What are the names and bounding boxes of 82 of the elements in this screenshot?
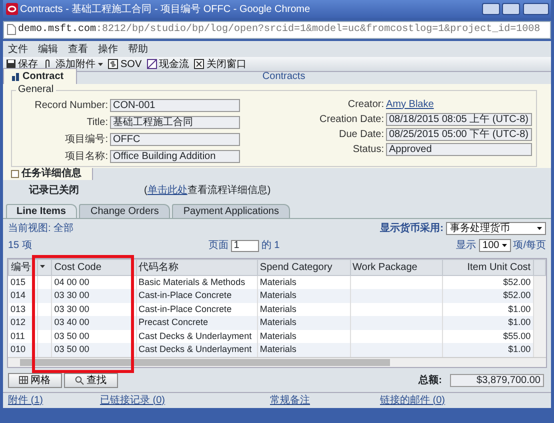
tab[interactable]: Line Items [6, 204, 77, 218]
search-icon [75, 376, 84, 384]
text-field[interactable]: 08/25/2015 05:00 下午 (UTC-8) [386, 128, 532, 140]
workflow-hint: (单击此处查看流程详细信息) [144, 184, 271, 198]
per-page-label: 项/每页 [513, 239, 546, 253]
footer-link[interactable]: 链接的邮件 (0) [380, 394, 445, 406]
column-header[interactable]: Item Unit Cost [442, 259, 534, 275]
footer-link[interactable]: 常规备注 [270, 394, 310, 406]
column-header[interactable]: Work Package [350, 259, 443, 275]
field-label: Record Number: [34, 98, 108, 112]
item-count: 15 项 [8, 239, 32, 253]
group-label: General [17, 85, 55, 95]
table-cell: Materials [257, 316, 350, 330]
field-label: Creation Date: [318, 112, 384, 126]
details-link[interactable]: 单击此处 [147, 184, 188, 196]
toolbar-button[interactable]: 网格 [8, 372, 62, 388]
table-cell: $1.00 [442, 316, 534, 330]
text-field[interactable]: Approved [386, 142, 532, 156]
currency-label: 显示货币采用: [380, 222, 444, 236]
column-header[interactable]: 代码名称 [136, 259, 258, 275]
sort-caret-icon [40, 265, 45, 268]
tab[interactable]: Change Orders [79, 204, 170, 218]
column-header[interactable]: 编号 [8, 259, 38, 275]
close-button[interactable] [522, 3, 548, 15]
dollar-document-icon [108, 59, 118, 69]
column-header[interactable]: Cost Code [52, 259, 136, 275]
toolbar-button[interactable]: SOV [108, 56, 142, 72]
window-title: Contracts - 基础工程施工合同 - 项目编号 OFFC - Google Chrome [20, 2, 312, 16]
field-label: Creator: [346, 98, 384, 112]
caret-icon [537, 226, 542, 230]
caret-icon [502, 244, 507, 247]
field-label: Due Date: [338, 128, 384, 142]
toolbar-button[interactable]: 关闭窗口 [194, 56, 247, 72]
show-label: 显示 [456, 239, 476, 253]
text-field[interactable]: OFFC [110, 132, 240, 146]
footer-link[interactable]: 附件 (1) [8, 394, 43, 406]
text-field[interactable]: 基础工程施工合同 [110, 116, 240, 128]
status-text: 记录已关闭 [29, 184, 80, 198]
table-cell: 03 30 00 [52, 289, 136, 302]
maximize-button[interactable] [502, 3, 520, 15]
tab[interactable]: Payment Applications [172, 204, 290, 218]
field-label: 项目编号: [64, 132, 108, 146]
form-tab[interactable]: Contract [3, 68, 77, 84]
table-cell: Cast-in-Place Concrete [136, 289, 258, 302]
view-label: 当前视图: 全部 [8, 222, 74, 236]
table-cell: $1.00 [442, 343, 534, 356]
window-close-icon [194, 59, 204, 69]
section-heading: Contracts [261, 70, 306, 84]
table-cell: Materials [257, 289, 350, 302]
menu-item[interactable]: 编辑 [38, 42, 58, 56]
page-total: 的 1 [261, 239, 280, 253]
app-logo-icon [6, 3, 18, 15]
menu-item[interactable]: 操作 [98, 42, 118, 56]
text-field[interactable]: Office Building Addition [110, 150, 240, 162]
task-tab[interactable]: 任务详细信息 [3, 168, 92, 180]
page-label: 页面 [208, 239, 228, 253]
field-label: Status: [352, 142, 384, 156]
field-label: 项目名称: [64, 150, 108, 164]
table-cell: Materials [257, 343, 350, 356]
total-field[interactable]: $3,879,700.00 [450, 374, 544, 386]
table-cell: 03 40 00 [52, 316, 136, 330]
toolbar-button[interactable]: 现金流 [146, 56, 190, 72]
page-field[interactable]: 1 [230, 240, 259, 252]
footer-link[interactable]: 已链接记录 (0) [100, 394, 165, 406]
toolbar-button[interactable]: 查找 [64, 372, 118, 388]
table-cell: 03 50 00 [52, 343, 136, 356]
minimize-button[interactable] [482, 3, 500, 15]
menu-item[interactable]: 查看 [68, 42, 88, 56]
currency-dropdown[interactable]: 事务处理货币 [446, 222, 546, 234]
column-header[interactable]: Spend Category [257, 259, 350, 275]
table-cell: Precast Concrete [136, 316, 258, 330]
text-field[interactable]: 08/18/2015 08:05 上午 (UTC-8) [386, 112, 532, 126]
total-label: 总额: [418, 373, 442, 388]
menu-item[interactable]: 文件 [8, 42, 28, 56]
field-label: Title: [86, 116, 108, 130]
text-field[interactable]: CON-001 [110, 98, 240, 112]
table-cell: $52.00 [442, 289, 534, 302]
creator-link[interactable]: Amy Blake [386, 96, 434, 112]
menu-item[interactable]: 帮助 [128, 42, 148, 56]
table-cell: Cast Decks & Underlayment [136, 343, 258, 356]
grid-icon [19, 376, 28, 384]
page-size-dropdown[interactable]: 100 [478, 239, 511, 252]
